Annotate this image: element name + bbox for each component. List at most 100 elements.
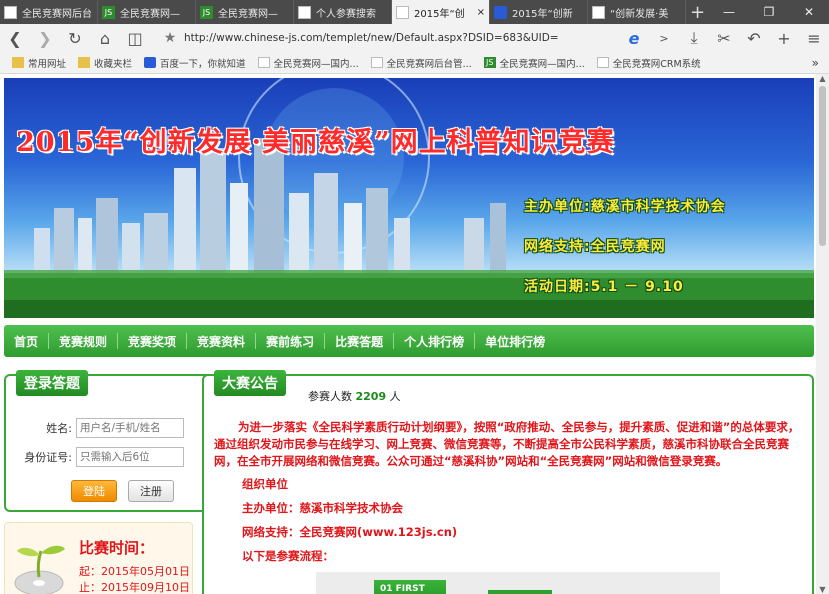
favorite-label: 全民竞赛网CRM系统	[612, 58, 701, 70]
page-scrollbar[interactable]: ▲ ▼	[816, 74, 829, 594]
org-heading: 组织单位	[242, 477, 288, 491]
favorite-item[interactable]: 收藏夹栏	[78, 56, 132, 70]
home-icon[interactable]: ⌂	[90, 24, 120, 52]
web-page: 2015年“创新发展·美丽慈溪”网上科普知识竞赛 主办单位:慈溪市科学技术协会 …	[0, 74, 816, 594]
favorite-label: 全民竞赛网后台管...	[386, 58, 472, 70]
banner-support: 网络支持:全民竞赛网	[524, 239, 666, 255]
forward-icon[interactable]: ❯	[30, 24, 60, 52]
notice-title: 大赛公告	[214, 370, 286, 396]
login-title: 登录答题	[16, 370, 88, 396]
minimize-icon[interactable]: —	[709, 0, 749, 24]
count-label: 参赛人数	[308, 390, 352, 403]
participant-count: 参赛人数 2209 人	[308, 388, 401, 404]
favorite-item[interactable]: 全民竞赛网CRM系统	[596, 56, 701, 70]
browser-tab[interactable]: 个人参赛搜索	[294, 0, 392, 24]
tab-label: “创新发展·美	[610, 8, 669, 20]
end-date: 止：2015年09月10日	[79, 581, 190, 594]
favorite-item[interactable]: 常用网址	[12, 56, 66, 70]
paw-icon	[494, 5, 507, 19]
favorite-label: 常用网址	[28, 58, 67, 70]
process-step-chip: 01 FIRST TITLE	[374, 580, 446, 594]
browser-tab[interactable]: JS 全民竞赛网—	[98, 0, 196, 24]
org-line: 主办单位：慈溪市科学技术协会	[242, 501, 403, 515]
banner-title: 2015年“创新发展·美丽慈溪”网上科普知识竞赛	[16, 127, 615, 158]
nav-item[interactable]: 首页	[4, 333, 48, 350]
page-icon	[596, 57, 609, 68]
address-bar[interactable]: http://www.chinese-js.com/templet/new/De…	[184, 32, 604, 44]
notice-box: 大赛公告 参赛人数 2209 人 为进一步落实《全民科学素质行动计划纲要》，按照…	[202, 370, 814, 594]
nav-tools: e > ⤓ ✂ ↶ + ≡	[619, 24, 829, 52]
support-line: 网络支持：全民竞赛网(www.123js.cn)	[242, 525, 458, 539]
tab-label: 全民竞赛网后台	[22, 8, 92, 20]
browser-tab-bar: 全民竞赛网后台 JS 全民竞赛网— JS 全民竞赛网— 个人参赛搜索 2015年“创 × 201…	[0, 0, 829, 24]
competition-time-box: 比赛时间： 起：2015年05月01日 止：2015年09月10日	[4, 522, 193, 594]
page-icon	[257, 57, 270, 68]
banner: 2015年“创新发展·美丽慈溪”网上科普知识竞赛 主办单位:慈溪市科学技术协会 …	[4, 78, 814, 318]
tab-label: 个人参赛搜索	[316, 8, 376, 20]
id-input[interactable]	[76, 447, 184, 467]
new-tab-button[interactable]: +	[686, 0, 709, 24]
nav-item[interactable]: 赛前练习	[256, 333, 324, 350]
scroll-thumb[interactable]	[819, 86, 826, 246]
tab-list: 全民竞赛网后台 JS 全民竞赛网— JS 全民竞赛网— 个人参赛搜索 2015年“创 × 201…	[0, 0, 686, 24]
menu-icon[interactable]: ≡	[799, 24, 829, 52]
favorite-item[interactable]: 百度一下，你就知道	[144, 56, 246, 70]
nav-item[interactable]: 个人排行榜	[394, 333, 474, 350]
scroll-up-icon[interactable]: ▲	[816, 74, 829, 83]
nav-item[interactable]: 比赛答题	[325, 333, 393, 350]
register-button[interactable]: 注册	[128, 480, 174, 502]
browser-tab[interactable]: 2015年“创 ×	[392, 0, 490, 24]
favorites-list: 常用网址 收藏夹栏 百度一下，你就知道 全民竞赛网—国内... 全民竞赛网后台管... J…	[0, 56, 701, 70]
scissors-icon[interactable]: ✂	[709, 24, 739, 52]
undo-icon[interactable]: ↶	[739, 24, 769, 52]
login-button[interactable]: 登陆	[71, 480, 117, 502]
download-icon[interactable]: ⤓	[679, 24, 709, 52]
favorite-item[interactable]: 全民竞赛网—国内...	[257, 56, 359, 70]
process-step-chip-2	[488, 590, 552, 594]
browser-tab[interactable]: JS 全民竞赛网—	[196, 0, 294, 24]
tab-label: 全民竞赛网—	[218, 8, 278, 20]
browser-tab[interactable]: 全民竞赛网后台	[0, 0, 98, 24]
login-box: 登录答题 姓名: 身份证号: 登陆 注册	[4, 370, 221, 512]
js-logo-icon: JS	[102, 5, 115, 19]
name-input[interactable]	[76, 418, 184, 438]
competition-time-title: 比赛时间：	[79, 539, 155, 557]
favorite-item[interactable]: JS 全民竞赛网—国内...	[483, 56, 585, 70]
browser-tab[interactable]: 2015年“创新	[490, 0, 588, 24]
close-window-icon[interactable]: ✕	[789, 0, 829, 24]
favorite-item[interactable]: 全民竞赛网后台管...	[370, 56, 472, 70]
nav-item[interactable]: 单位排行榜	[475, 333, 555, 350]
cd-sprout-icon	[14, 545, 65, 594]
scroll-down-icon[interactable]: ▼	[816, 585, 829, 594]
refresh-icon[interactable]: ↻	[60, 24, 90, 52]
count-value: 2209	[355, 390, 387, 403]
favorite-label: 收藏夹栏	[94, 58, 133, 70]
add-icon[interactable]: +	[769, 24, 799, 52]
restore-icon[interactable]: ❐	[749, 0, 789, 24]
ie-compat-icon[interactable]: e	[619, 24, 649, 52]
close-tab-icon[interactable]: ×	[477, 7, 485, 18]
more-favorites-icon[interactable]: »	[812, 56, 819, 70]
count-unit: 人	[389, 390, 401, 403]
favorites-bar: 常用网址 收藏夹栏 百度一下，你就知道 全民竞赛网—国内... 全民竞赛网后台管... J…	[0, 52, 829, 74]
js-logo-icon: JS	[200, 5, 213, 19]
favorite-label: 全民竞赛网—国内...	[499, 58, 585, 70]
page-icon	[298, 5, 311, 19]
page-icon	[396, 5, 409, 19]
nav-item[interactable]: 竞赛奖项	[118, 333, 186, 350]
folder-icon	[12, 57, 24, 68]
id-label: 身份证号:	[24, 451, 72, 464]
back-icon[interactable]: ❮	[0, 24, 30, 52]
browser-tab[interactable]: “创新发展·美	[588, 0, 686, 24]
favorite-label: 百度一下，你就知道	[160, 58, 246, 70]
nav-item[interactable]: 竞赛资料	[187, 333, 255, 350]
reading-view-icon[interactable]: ◫	[120, 24, 150, 52]
page-icon	[370, 57, 383, 68]
chevron-right-icon[interactable]: >	[649, 24, 679, 52]
browser-nav-bar: ❮ ❯ ↻ ⌂ ◫ ★ http://www.chinese-js.com/te…	[0, 24, 829, 52]
star-icon[interactable]: ★	[160, 30, 180, 46]
js-logo-icon: JS	[483, 57, 496, 68]
nav-item[interactable]: 竞赛规则	[49, 333, 117, 350]
paw-icon	[144, 57, 157, 68]
name-label: 姓名:	[46, 422, 72, 435]
